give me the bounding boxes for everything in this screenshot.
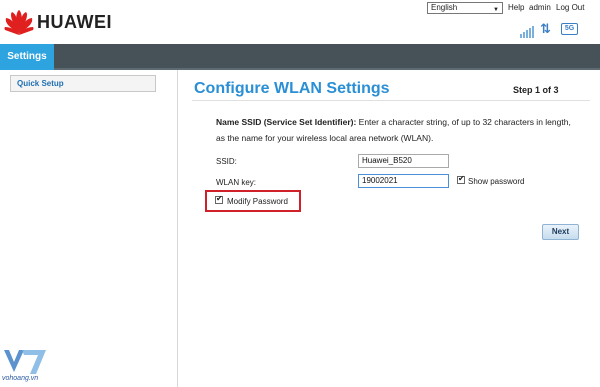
description-heading: Name SSID (Service Set Identifier): [216,117,357,127]
tab-settings[interactable]: Settings [0,44,54,70]
language-select[interactable]: English ▼ [427,2,503,14]
language-value: English [431,3,458,12]
watermark-text: vohoang.vn [2,375,39,382]
huawei-flower-icon [4,10,34,35]
modify-password-label: Modify Password [227,197,288,206]
title-divider [192,100,590,101]
help-link[interactable]: Help [508,3,524,12]
wlan-key-input[interactable]: 19002021 [358,174,449,188]
next-button[interactable]: Next [542,224,579,240]
modify-password-checkbox[interactable]: ✔ [215,194,223,204]
data-transfer-icon: ⇅ [540,21,551,36]
ssid-label: SSID: [216,157,237,166]
show-password-checkbox[interactable]: ✔ [457,174,465,184]
logo-text: HUAWEI [37,12,112,32]
header: HUAWEI English ▼ Help admin Log Out ⇅ 5G [0,0,600,44]
status-icons: ⇅ 5G [516,22,586,38]
checkmark-icon: ✔ [216,194,223,203]
page-title: Configure WLAN Settings [194,80,390,97]
ssid-input[interactable]: Huawei_B520 [358,154,449,168]
show-password-label: Show password [468,177,525,186]
wlan-key-label: WLAN key: [216,178,257,187]
step-indicator: Step 1 of 3 [513,85,559,95]
watermark: vohoang.vn [2,348,82,386]
chevron-down-icon: ▼ [493,7,499,13]
logout-link[interactable]: Log Out [556,3,584,12]
sidebar-item-quick-setup[interactable]: Quick Setup [10,75,156,92]
huawei-logo: HUAWEI [4,8,134,36]
sidebar: Quick Setup [0,70,178,387]
vohoang-logo-icon [4,350,46,374]
nav-bar: Settings [0,44,600,70]
ssid-description: Name SSID (Service Set Identifier): Ente… [216,114,572,146]
admin-link[interactable]: admin [529,3,551,12]
checkmark-icon: ✔ [458,174,465,183]
network-5g-icon: 5G [561,23,578,35]
